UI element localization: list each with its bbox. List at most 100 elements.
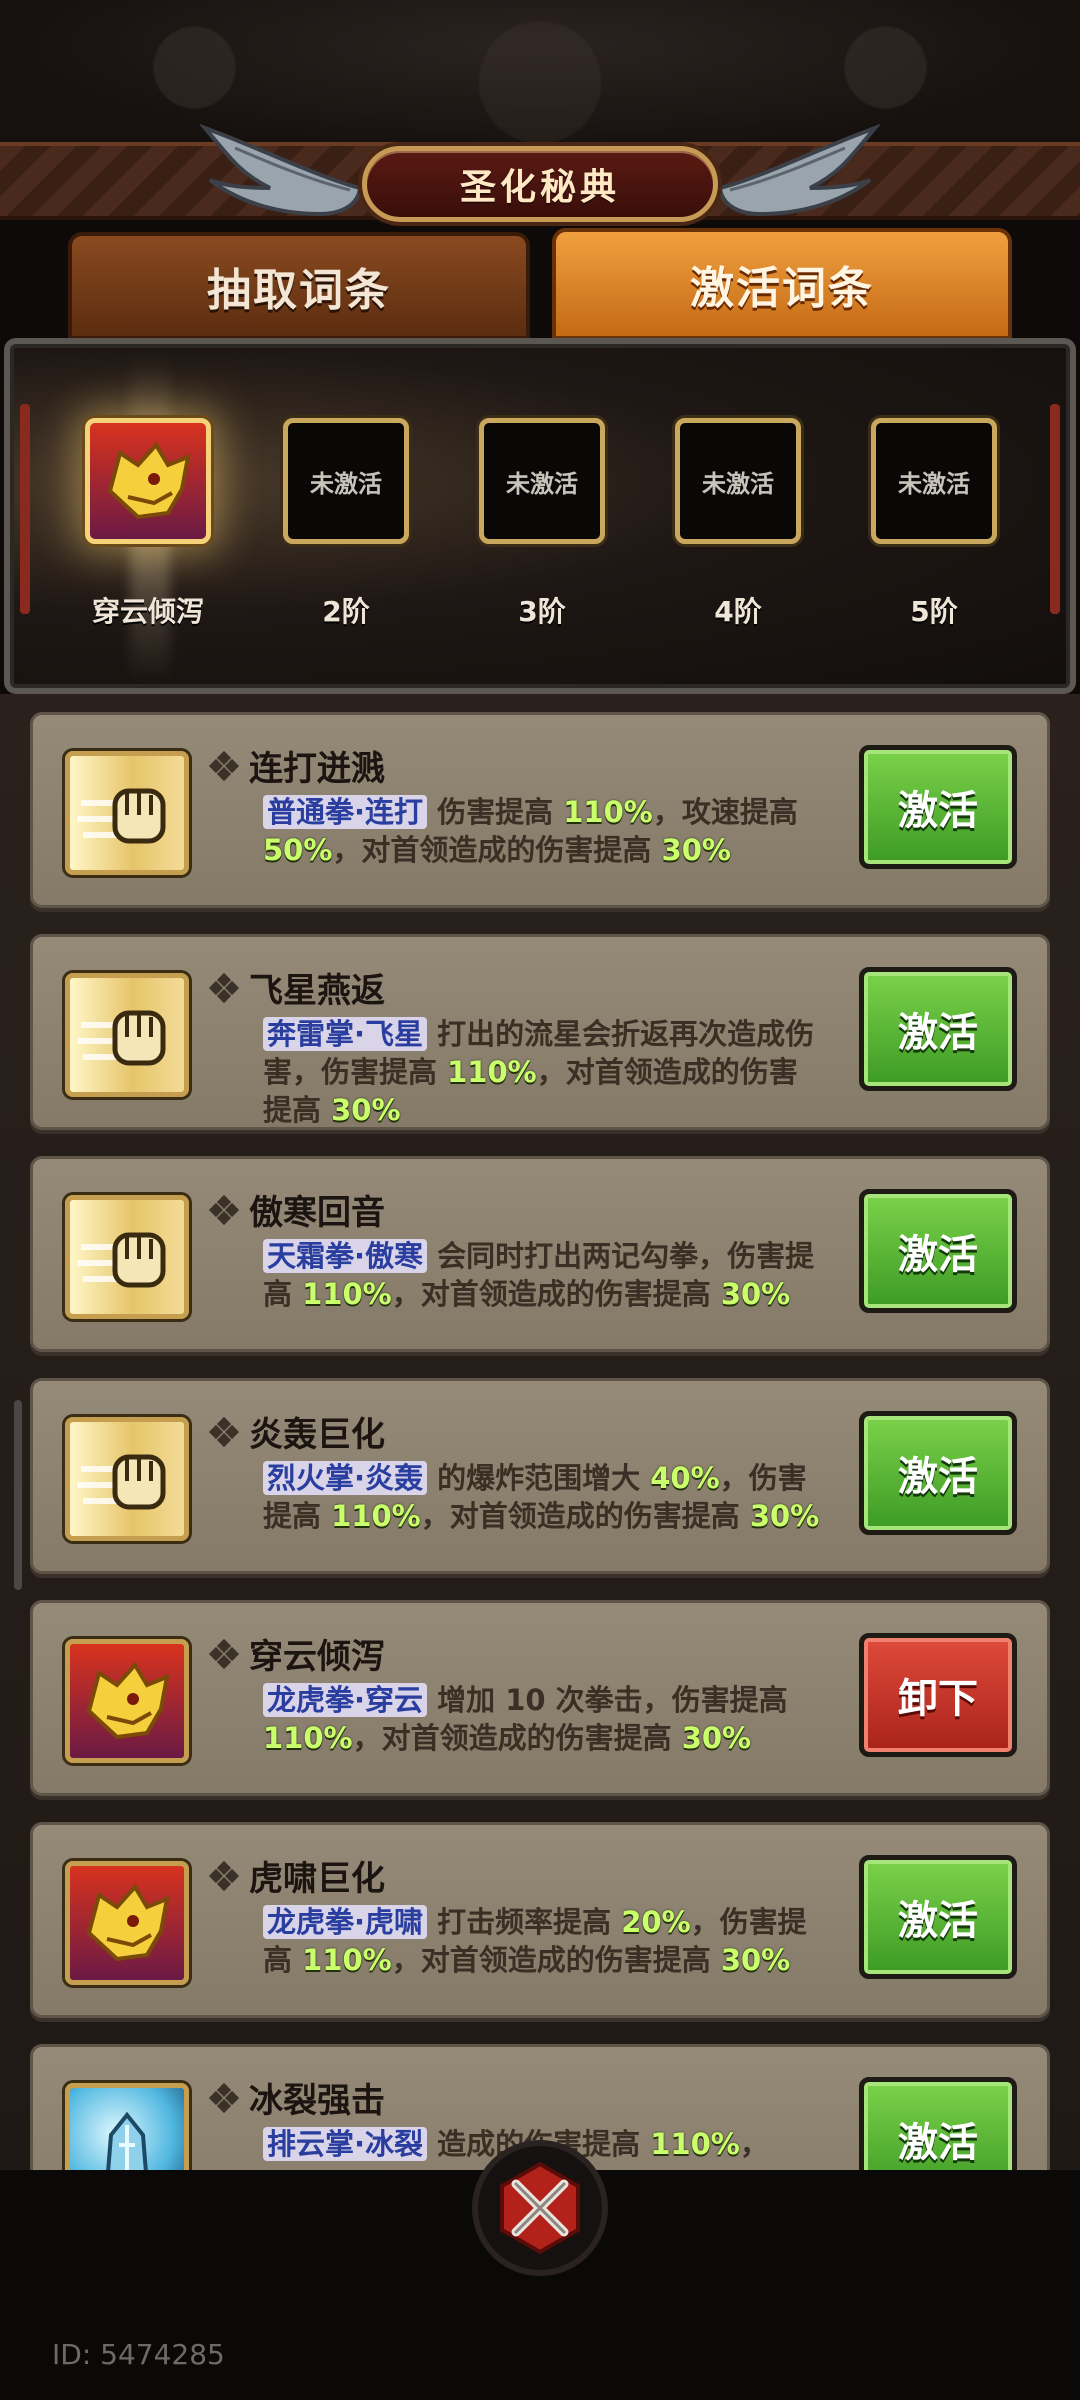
- page-title: 圣化秘典: [362, 146, 718, 222]
- stage-label: 3阶: [518, 595, 566, 628]
- stat-value: 50%: [263, 833, 333, 867]
- fist-icon: [65, 1195, 189, 1319]
- ability-description: 烈火掌·炎轰 的爆炸范围增大 40%，伤害提高 110%，对首领造成的伤害提高 …: [263, 1459, 823, 1535]
- ability-name: 冰裂强击: [249, 2081, 385, 2121]
- diamond-bullet-icon: [208, 972, 240, 1003]
- close-button[interactable]: [472, 2140, 608, 2276]
- ability-title: 连打迸溅: [208, 741, 385, 790]
- diamond-bullet-icon: [208, 750, 240, 781]
- slot-status: 未激活: [310, 469, 382, 498]
- diamond-bullet-icon: [208, 1416, 240, 1447]
- skill-tag: 天霜拳·傲寒: [263, 1239, 428, 1273]
- description-text: ，对首领造成的伤害提高: [391, 1943, 721, 1977]
- scrollbar[interactable]: [14, 1400, 22, 1590]
- ability-description: 天霜拳·傲寒 会同时打出两记勾拳，伤害提高 110%，对首领造成的伤害提高 30…: [263, 1237, 823, 1313]
- ability-name: 飞星燕返: [249, 971, 385, 1011]
- description-text: 打击频率提高: [427, 1905, 622, 1939]
- ability-name: 虎啸巨化: [249, 1859, 385, 1899]
- activate-button[interactable]: 激活: [859, 967, 1017, 1091]
- diamond-bullet-icon: [208, 1194, 240, 1225]
- ability-card: 傲寒回音 天霜拳·傲寒 会同时打出两记勾拳，伤害提高 110%，对首领造成的伤害提…: [30, 1156, 1050, 1352]
- description-text: ，: [739, 2127, 769, 2161]
- skill-tag: 普通拳·连打: [263, 795, 428, 829]
- description-text: ，对首领造成的伤害提高: [391, 1277, 721, 1311]
- stat-value: 110%: [263, 1721, 353, 1755]
- ability-card: 炎轰巨化 烈火掌·炎轰 的爆炸范围增大 40%，伤害提高 110%，对首领造成的伤…: [30, 1378, 1050, 1574]
- activate-button[interactable]: 激活: [859, 745, 1017, 869]
- activate-button[interactable]: 激活: [859, 1189, 1017, 1313]
- description-text: 伤害提高: [427, 795, 564, 829]
- stat-value: 30%: [749, 1499, 820, 1533]
- stage-label: 2阶: [322, 595, 370, 628]
- locked-slot: 未激活: [283, 418, 409, 544]
- slot-status: 未激活: [702, 469, 774, 498]
- tiger-icon: [65, 1639, 189, 1763]
- page-title-text: 圣化秘典: [459, 167, 620, 208]
- fist-icon: [65, 1417, 189, 1541]
- ability-card: 穿云倾泻 龙虎拳·穿云 增加 10 次拳击，伤害提高 110%，对首领造成的伤害提…: [30, 1600, 1050, 1796]
- ability-title: 穿云倾泻: [208, 1629, 385, 1678]
- tiger-icon: [65, 1861, 189, 1985]
- stat-value: 30%: [331, 1093, 401, 1127]
- stat-value: 20%: [621, 1905, 691, 1939]
- crossed-swords-icon: [500, 2161, 580, 2255]
- unequip-button[interactable]: 卸下: [859, 1633, 1017, 1757]
- tiger-icon: [85, 418, 211, 544]
- activate-button[interactable]: 激活: [859, 1411, 1017, 1535]
- wing-right-icon: [717, 123, 880, 217]
- stage-slot-1[interactable]: 穿云倾泻: [78, 418, 218, 628]
- player-id: ID: 5474285: [52, 2338, 225, 2371]
- ability-title: 虎啸巨化: [208, 1851, 385, 1900]
- ability-card: 虎啸巨化 龙虎拳·虎啸 打击频率提高 20%，伤害提高 110%，对首领造成的伤害…: [30, 1822, 1050, 2018]
- fist-icon: [65, 751, 189, 875]
- stat-value: 40%: [650, 1461, 720, 1495]
- stage-slot-3[interactable]: 未激活 3阶: [472, 418, 612, 628]
- stat-value: 110%: [302, 1943, 392, 1977]
- description-text: 的爆炸范围增大: [427, 1461, 651, 1495]
- wing-left-icon: [200, 124, 363, 217]
- description-text: ，攻速提高: [652, 795, 798, 829]
- ability-title: 飞星燕返: [208, 963, 385, 1012]
- ability-description: 奔雷掌·飞星 打出的流星会折返再次造成伤害，伤害提高 110%，对首领造成的伤害…: [263, 1015, 823, 1129]
- tab-draw-entries[interactable]: 抽取词条: [68, 232, 530, 340]
- ability-description: 龙虎拳·穿云 增加 10 次拳击，伤害提高 110%，对首领造成的伤害提高 30…: [263, 1681, 823, 1757]
- stage-label: 穿云倾泻: [91, 595, 204, 628]
- skill-tag: 排云掌·冰裂: [263, 2127, 428, 2161]
- ability-name: 炎轰巨化: [249, 1415, 385, 1455]
- stage-slot-5[interactable]: 未激活 5阶: [864, 418, 1004, 628]
- diamond-bullet-icon: [208, 1638, 240, 1669]
- stat-value: 30%: [720, 1277, 791, 1311]
- stage-label: 4阶: [714, 595, 762, 628]
- stage-label: 5阶: [910, 595, 958, 628]
- skill-tag: 龙虎拳·虎啸: [263, 1905, 428, 1939]
- skill-tag: 龙虎拳·穿云: [263, 1683, 428, 1717]
- description-text: ，对首领造成的伤害提高: [352, 1721, 682, 1755]
- stat-value: 110%: [447, 1055, 537, 1089]
- diamond-bullet-icon: [208, 2082, 240, 2113]
- stat-value: 110%: [302, 1277, 392, 1311]
- locked-slot: 未激活: [479, 418, 605, 544]
- description-text: ，对首领造成的伤害提高: [332, 833, 662, 867]
- locked-slot: 未激活: [871, 418, 997, 544]
- skill-tag: 烈火掌·炎轰: [263, 1461, 428, 1495]
- tab-activate-entries[interactable]: 激活词条: [552, 228, 1012, 340]
- ability-card: 飞星燕返 奔雷掌·飞星 打出的流星会折返再次造成伤害，伤害提高 110%，对首领造…: [30, 934, 1050, 1130]
- activate-button[interactable]: 激活: [859, 1855, 1017, 1979]
- ability-title: 炎轰巨化: [208, 1407, 385, 1456]
- ability-name: 穿云倾泻: [249, 1637, 385, 1677]
- stat-value: 30%: [720, 1943, 791, 1977]
- activate-button[interactable]: 激活: [859, 2077, 1017, 2170]
- ability-card: 连打迸溅 普通拳·连打 伤害提高 110%，攻速提高 50%，对首领造成的伤害提高…: [30, 712, 1050, 908]
- stage-slot-2[interactable]: 未激活 2阶: [276, 418, 416, 628]
- ability-description: 普通拳·连打 伤害提高 110%，攻速提高 50%，对首领造成的伤害提高 30%: [263, 793, 823, 869]
- stat-value: 30%: [661, 833, 731, 867]
- ability-list[interactable]: 连打迸溅 普通拳·连打 伤害提高 110%，攻速提高 50%，对首领造成的伤害提高…: [0, 694, 1080, 2170]
- slot-status: 未激活: [506, 469, 578, 498]
- ability-name: 连打迸溅: [249, 749, 385, 789]
- stage-slot-4[interactable]: 未激活 4阶: [668, 418, 808, 628]
- ability-description: 龙虎拳·虎啸 打击频率提高 20%，伤害提高 110%，对首领造成的伤害提高 3…: [263, 1903, 823, 1979]
- fist-icon: [65, 973, 189, 1097]
- ability-title: 冰裂强击: [208, 2073, 385, 2122]
- stat-value: 30%: [681, 1721, 752, 1755]
- stat-value: 110%: [331, 1499, 421, 1533]
